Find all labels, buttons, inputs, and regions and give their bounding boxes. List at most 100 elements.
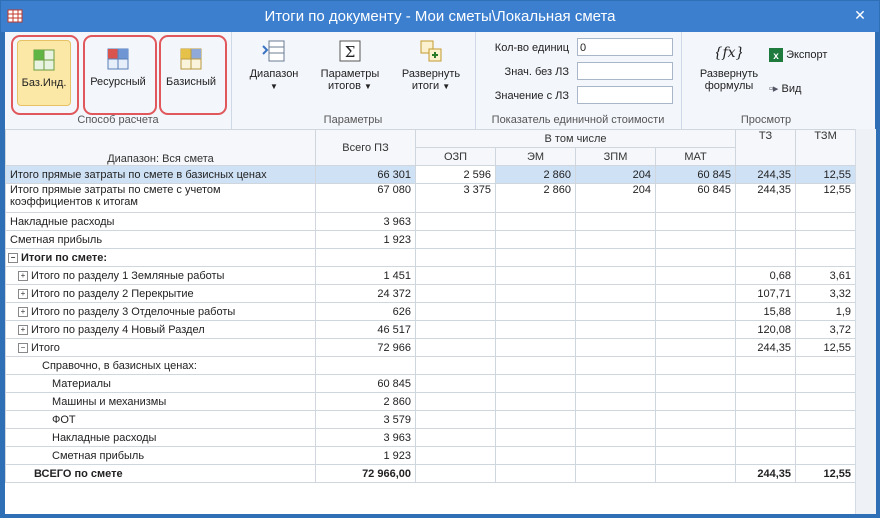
table-row[interactable]: Сметная прибыль 1 923	[5, 230, 855, 249]
row-tzm: 3,72	[795, 320, 855, 339]
row-zpm	[575, 320, 656, 339]
table-blue-icon	[107, 48, 129, 70]
row-mat	[654, 302, 737, 321]
value-without-lz-input[interactable]	[577, 62, 673, 80]
row-tzm	[795, 410, 855, 429]
row-tz: 15,88	[735, 302, 797, 321]
expand-formulas-label: Развернуть формулы	[699, 68, 759, 92]
row-total	[315, 356, 416, 375]
table-row[interactable]: + Итого по разделу 1 Земляные работы 1 45…	[5, 266, 855, 285]
row-tz	[735, 410, 797, 429]
expand-formulas-button[interactable]: {fx} Развернуть формулы	[689, 38, 769, 92]
window-title: Итоги по документу - Мои сметы\Локальная…	[264, 8, 616, 25]
collapse-icon[interactable]: −	[18, 342, 28, 353]
row-em	[495, 320, 576, 339]
close-button[interactable]: ✕	[847, 4, 873, 26]
totals-window: Итоги по документу - Мои сметы\Локальная…	[0, 0, 880, 518]
row-zpm	[575, 266, 656, 285]
expand-icon[interactable]: +	[18, 324, 28, 335]
excel-icon: x	[769, 48, 783, 62]
row-tz	[735, 356, 797, 375]
totals-params-button[interactable]: Σ Параметры итогов ▼	[311, 38, 389, 92]
row-mat	[654, 428, 737, 447]
row-tzm	[795, 374, 855, 393]
expand-totals-button[interactable]: Развернуть итоги ▼	[393, 38, 469, 92]
row-tz: 0,68	[735, 266, 797, 285]
expand-totals-dropdown-icon: ▼	[442, 82, 451, 91]
row-zpm	[575, 356, 656, 375]
value-with-lz-label: Значение с ЛЗ	[494, 90, 569, 102]
view-button[interactable]: ▫▸ Вид	[769, 82, 801, 95]
export-button[interactable]: x Экспорт	[769, 48, 827, 62]
row-tz: 244,35	[735, 165, 797, 184]
table-row[interactable]: Накладные расходы 3 963	[5, 428, 855, 447]
range-button[interactable]: Диапазон ▼	[241, 38, 307, 92]
row-name: + Итого по разделу 3 Отделочные работы	[5, 302, 316, 321]
table-row[interactable]: − Итоги по смете:	[5, 248, 855, 267]
row-name: − Итого	[5, 338, 316, 357]
view-icon: ▫▸	[769, 83, 779, 95]
header-tzm: ТЗМ	[795, 129, 855, 166]
totals-grid: Диапазон: Вся смета Всего ПЗ В том числе…	[5, 129, 855, 514]
row-name: Сметная прибыль	[5, 446, 316, 465]
units-count-label: Кол-во единиц	[494, 42, 569, 54]
header-range: Диапазон: Вся смета	[5, 129, 316, 166]
table-row[interactable]: − Итого 72 966 244,35 12,55	[5, 338, 855, 357]
table-row[interactable]: Справочно, в базисных ценах:	[5, 356, 855, 375]
row-mat	[654, 248, 737, 267]
row-zpm: 204	[575, 165, 656, 184]
calc-method-group-label: Способ расчета	[77, 114, 159, 126]
row-tzm: 3,61	[795, 266, 855, 285]
table-row[interactable]: Итого прямые затраты по смете с учетом ко…	[5, 183, 855, 213]
expand-icon[interactable]: +	[18, 270, 28, 281]
row-ozp: 3 375	[415, 183, 496, 213]
header-em: ЭМ	[495, 147, 576, 166]
row-mat: 60 845	[654, 183, 737, 213]
table-row[interactable]: Сметная прибыль 1 923	[5, 446, 855, 465]
header-tz: ТЗ	[735, 129, 797, 166]
table-row[interactable]: ВСЕГО по смете 72 966,00 244,35 12,55	[5, 464, 855, 483]
resource-label: Ресурсный	[90, 76, 146, 88]
table-row[interactable]: Машины и механизмы 2 860	[5, 392, 855, 411]
expand-icon[interactable]: +	[18, 288, 28, 299]
row-total: 60 845	[315, 374, 416, 393]
table-row[interactable]: ФОТ 3 579	[5, 410, 855, 429]
base-index-button[interactable]: Баз.Инд.	[17, 40, 71, 106]
range-icon	[262, 40, 285, 62]
row-ozp	[415, 212, 496, 231]
expand-icon[interactable]: +	[18, 306, 28, 317]
row-tz	[735, 248, 797, 267]
row-em	[495, 338, 576, 357]
resource-button[interactable]: Ресурсный	[87, 40, 149, 104]
units-count-input[interactable]: 0	[577, 38, 673, 56]
row-name-text: Итого по разделу 4 Новый Раздел	[31, 323, 205, 336]
table-green-icon	[33, 49, 55, 71]
row-mat	[654, 446, 737, 465]
vertical-scrollbar[interactable]	[855, 129, 876, 514]
table-row[interactable]: Накладные расходы 3 963	[5, 212, 855, 231]
table-row[interactable]: + Итого по разделу 4 Новый Раздел 46 517 …	[5, 320, 855, 339]
collapse-icon[interactable]: −	[8, 252, 18, 263]
row-em: 2 860	[495, 165, 576, 184]
value-with-lz-input[interactable]	[577, 86, 673, 104]
header-mat: МАТ	[654, 147, 737, 166]
row-em	[495, 410, 576, 429]
row-tz	[735, 212, 797, 231]
table-row[interactable]: + Итого по разделу 2 Перекрытие 24 372 10…	[5, 284, 855, 303]
row-ozp	[415, 266, 496, 285]
row-total: 3 963	[315, 212, 416, 231]
units-count-row: Кол-во единиц 0	[479, 38, 673, 58]
row-tz	[735, 374, 797, 393]
title-bar[interactable]: Итоги по документу - Мои сметы\Локальная…	[1, 1, 879, 32]
row-tzm	[795, 446, 855, 465]
unit-cost-group: Кол-во единиц 0 Знач. без ЛЗ Значение с …	[475, 32, 682, 129]
row-total	[315, 248, 416, 267]
base-button[interactable]: Базисный	[163, 40, 219, 104]
row-ozp[interactable]: 2 596	[415, 165, 496, 184]
row-name-text: Итого по разделу 3 Отделочные работы	[31, 305, 236, 318]
table-row[interactable]: + Итого по разделу 3 Отделочные работы 62…	[5, 302, 855, 321]
row-em	[495, 446, 576, 465]
table-row[interactable]: Материалы 60 845	[5, 374, 855, 393]
table-row[interactable]: Итого прямые затраты по смете в базисных…	[5, 165, 855, 184]
row-mat	[654, 338, 737, 357]
